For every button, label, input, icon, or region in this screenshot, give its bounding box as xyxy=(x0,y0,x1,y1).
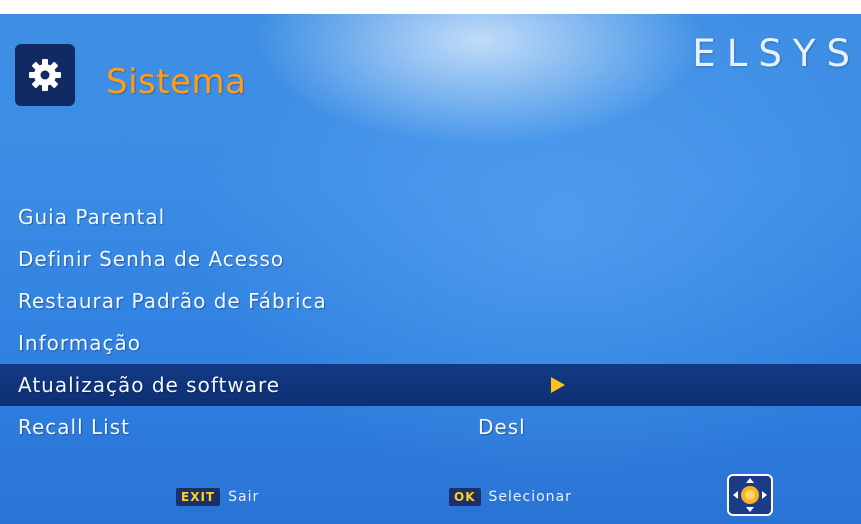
top-strip xyxy=(0,0,861,14)
menu-item-label: Informação xyxy=(18,331,141,355)
menu-item-label: Atualização de software xyxy=(18,373,281,397)
exit-hint: EXIT Sair xyxy=(176,488,259,506)
menu-item-label: Restaurar Padrão de Fábrica xyxy=(18,289,327,313)
menu-item-atualizacao-software[interactable]: Atualização de software xyxy=(0,364,861,406)
exit-key-badge: EXIT xyxy=(176,488,221,506)
menu-item-informacao[interactable]: Informação xyxy=(0,322,861,364)
exit-hint-label: Sair xyxy=(228,489,260,505)
menu-item-guia-parental[interactable]: Guia Parental xyxy=(0,196,861,238)
gear-icon xyxy=(29,59,61,91)
menu-item-label: Definir Senha de Acesso xyxy=(18,247,285,271)
menu-item-label: Recall List xyxy=(18,415,130,439)
menu-item-recall-list[interactable]: Recall List Desl xyxy=(0,406,861,448)
menu-item-restaurar-padrao[interactable]: Restaurar Padrão de Fábrica xyxy=(0,280,861,322)
dpad-icon xyxy=(727,474,773,516)
ok-hint: OK Selecionar xyxy=(449,488,572,506)
settings-logo xyxy=(15,44,75,106)
brand-logo: ELSYS xyxy=(692,32,861,75)
menu-item-label: Guia Parental xyxy=(18,205,166,229)
menu-item-definir-senha[interactable]: Definir Senha de Acesso xyxy=(0,238,861,280)
settings-menu: Guia Parental Definir Senha de Acesso Re… xyxy=(0,196,861,448)
menu-item-value: Desl xyxy=(478,415,526,439)
ok-hint-label: Selecionar xyxy=(488,489,572,505)
dpad-graphic xyxy=(733,478,767,512)
ok-key-badge: OK xyxy=(449,488,481,506)
page-title: Sistema xyxy=(106,62,247,102)
arrow-right-icon xyxy=(551,377,565,393)
